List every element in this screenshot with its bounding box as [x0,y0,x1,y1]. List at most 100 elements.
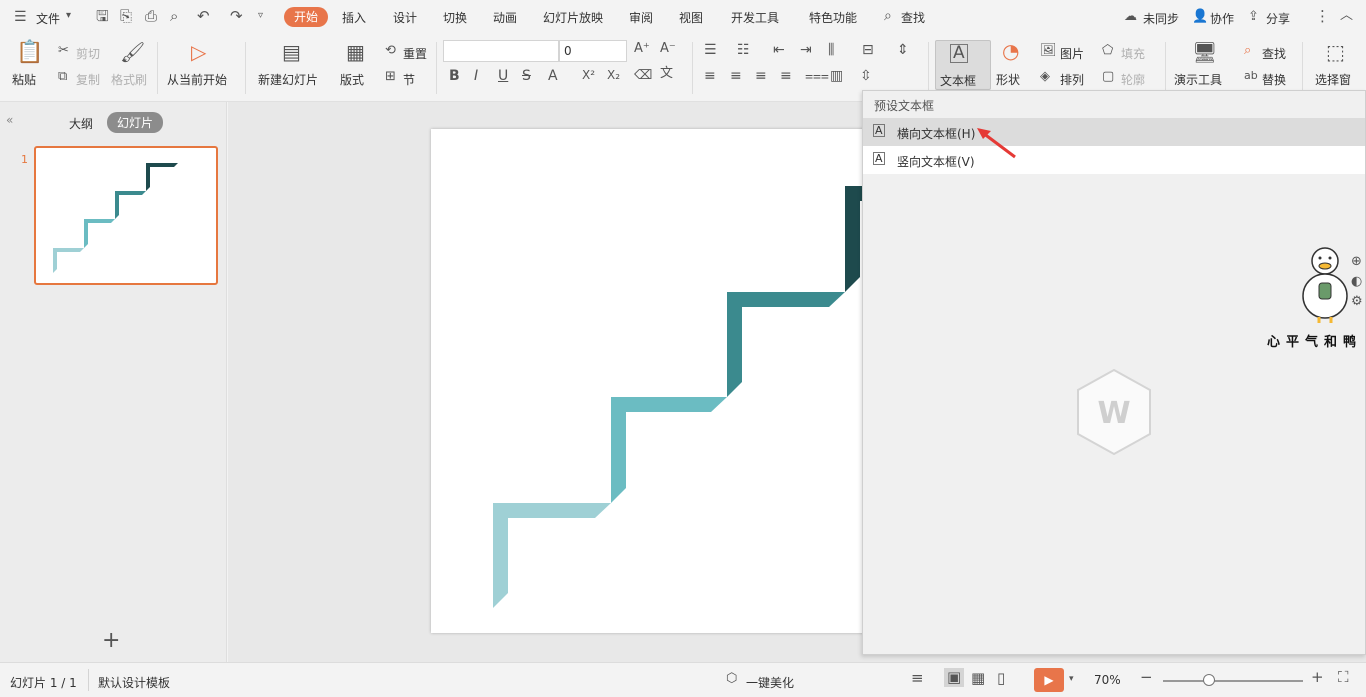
picture-button[interactable]: 图片 [1060,45,1084,62]
stair-step-1[interactable] [493,503,611,608]
menu-item-vertical-textbox[interactable]: A 竖向文本框(V) [863,146,1365,174]
collab-button[interactable]: 协作 [1210,10,1234,27]
align-right-icon[interactable]: ≡ [755,69,767,83]
file-menu[interactable]: 文件 [36,10,60,27]
shape-icon[interactable]: ◔ [1002,41,1019,61]
notes-icon[interactable]: ≡ [911,671,924,686]
tab-transition[interactable]: 切换 [443,9,467,26]
tab-insert[interactable]: 插入 [342,9,366,26]
decrease-indent-icon[interactable]: ⇤ [773,43,785,57]
arrange-icon[interactable]: ◈ [1040,70,1050,83]
export-icon[interactable]: ⎘ [120,9,132,24]
new-slide-icon[interactable]: ▤ [282,42,301,62]
grow-font-icon[interactable]: A⁺ [634,42,650,55]
tab-design[interactable]: 设计 [393,9,417,26]
phonetic-icon[interactable]: 文 [660,67,673,80]
slide-canvas[interactable] [431,129,871,633]
sync-status[interactable]: 未同步 [1143,10,1179,27]
print-icon[interactable]: ⎙ [145,9,157,24]
tab-features[interactable]: 特色功能 [809,9,857,26]
zoom-in-icon[interactable]: ⊕ [1351,255,1362,268]
paste-icon[interactable]: 📋 [16,42,43,64]
font-size-input[interactable]: 0 [559,40,627,62]
search-icon[interactable]: ⌕ [884,9,892,23]
text-direction-icon[interactable]: ⫼ [828,43,834,57]
tab-outline[interactable]: 大纲 [69,115,93,132]
zoom-out-icon[interactable]: − [1140,670,1153,685]
hamburger-icon[interactable]: ☰ [14,10,27,24]
chevron-down-icon[interactable]: ▾ [1069,675,1074,684]
align-center-icon[interactable]: ≡ [730,69,742,83]
outline-icon[interactable]: ▢ [1102,70,1114,83]
align-left-icon[interactable]: ≡ [704,69,716,83]
distribute-icon[interactable]: ⩶ [805,69,829,83]
save-icon[interactable]: 🖫 [96,9,109,24]
clear-format-icon[interactable]: ⌫ [634,69,652,82]
find-button[interactable]: 查找 [1262,45,1286,62]
superscript-icon[interactable]: X² [582,69,595,81]
share-button[interactable]: 分享 [1266,10,1290,27]
justify-icon[interactable]: ≡ [780,69,792,83]
section-icon[interactable]: ⊞ [385,70,396,83]
font-name-input[interactable] [443,40,559,62]
section-button[interactable]: 节 [403,71,415,88]
tab-developer[interactable]: 开发工具 [731,9,779,26]
zoom-slider-handle[interactable] [1203,674,1215,686]
replace-button[interactable]: 替换 [1262,71,1286,88]
copy-icon[interactable]: ⧉ [58,70,67,83]
zoom-in-icon[interactable]: + [1311,670,1324,685]
contrast-icon[interactable]: ◐ [1351,275,1362,288]
normal-view-icon[interactable]: ▣ [944,668,965,687]
subscript-icon[interactable]: X₂ [607,69,620,81]
layout-icon[interactable]: ▦ [346,42,365,62]
beautify-icon[interactable]: ⬡ [726,672,737,685]
print-preview-icon[interactable]: ⌕ [170,9,178,24]
format-painter-icon[interactable]: 🖌 [120,42,145,62]
customize-icon[interactable]: ▿ [258,11,263,21]
shrink-font-icon[interactable]: A⁻ [660,42,676,55]
cut-button[interactable]: 剪切 [76,45,100,62]
present-tools-icon[interactable]: 🖥 [1192,42,1217,62]
play-slideshow-icon[interactable]: ▶ [1034,668,1064,692]
increase-indent-icon[interactable]: ⇥ [800,43,812,57]
font-color-icon[interactable]: A [548,69,558,83]
stair-step-3[interactable] [727,292,845,397]
reset-button[interactable]: 重置 [403,45,427,62]
template-name[interactable]: 默认设计模板 [98,674,170,691]
replace-icon[interactable]: ab [1244,70,1258,81]
tab-home[interactable]: 开始 [284,7,329,27]
paragraph-spacing-icon[interactable]: ⇳ [860,69,872,83]
new-slide-button[interactable]: 新建幻灯片 [258,71,318,88]
reading-view-icon[interactable]: ▯ [997,671,1005,686]
tab-view[interactable]: 视图 [679,9,703,26]
align-text-icon[interactable]: ⊟ [862,43,874,57]
cut-icon[interactable]: ✂ [58,44,69,57]
play-icon[interactable]: ▷ [191,42,206,62]
arrange-button[interactable]: 排列 [1060,71,1084,88]
tab-animation[interactable]: 动画 [493,9,517,26]
chevron-down-icon[interactable]: ▾ [66,11,71,21]
outline-button[interactable]: 轮廓 [1121,71,1145,88]
menu-item-horizontal-textbox[interactable]: A 横向文本框(H) [863,118,1365,146]
textbox-button[interactable]: A 文本框 [935,40,991,90]
fill-icon[interactable]: ⬠ [1102,44,1113,57]
select-pane-button[interactable]: 选择窗 [1315,71,1351,88]
select-pane-icon[interactable]: ⬚ [1326,42,1345,62]
collapse-ribbon-icon[interactable]: ︿ [1340,9,1353,22]
zoom-level[interactable]: 70% [1094,673,1121,687]
bullets-icon[interactable]: ☰ [704,43,717,57]
tab-slides[interactable]: 幻灯片 [107,112,164,133]
columns-icon[interactable]: ▥ [830,69,843,83]
picture-icon[interactable]: 🖼 [1040,44,1057,57]
format-painter-button[interactable]: 格式刷 [111,71,147,88]
reset-icon[interactable]: ⟲ [385,44,396,57]
strikethrough-icon[interactable]: S [522,69,531,83]
from-current-button[interactable]: 从当前开始 [167,71,227,88]
redo-icon[interactable]: ↷ [230,9,243,24]
more-icon[interactable]: ⋮ [1315,9,1330,24]
plus-icon[interactable]: + [102,630,120,652]
tab-review[interactable]: 审阅 [629,9,653,26]
sorter-view-icon[interactable]: ▦ [971,671,985,686]
underline-icon[interactable]: U [498,69,508,83]
settings-icon[interactable]: ⚙ [1351,295,1363,308]
